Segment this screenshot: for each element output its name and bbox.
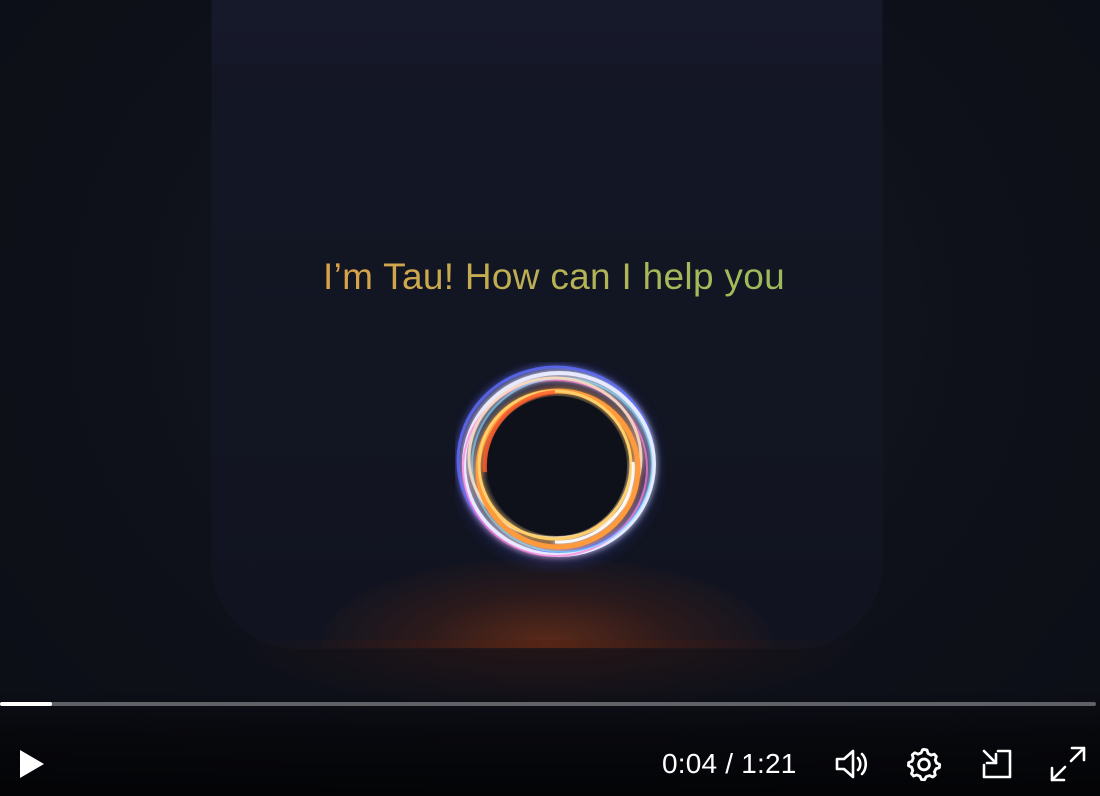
play-button[interactable] [8,742,52,786]
volume-icon [835,749,868,779]
phone-status-area [212,0,882,65]
current-time: 0:04 [662,748,718,779]
assistant-orb-icon [456,365,656,563]
progress-fill [0,702,52,706]
video-player[interactable]: I’m Tau! How can I help you 0:04 / 1:21 [0,0,1100,796]
play-icon [20,750,44,778]
settings-button[interactable] [902,742,946,786]
fullscreen-button[interactable] [1046,742,1090,786]
time-display: 0:04/1:21 [662,746,797,782]
picture-in-picture-icon [982,749,1012,779]
picture-in-picture-button[interactable] [975,742,1019,786]
assistant-greeting: I’m Tau! How can I help you [4,256,1100,298]
gear-icon [907,748,942,782]
volume-button[interactable] [830,742,874,786]
fullscreen-icon [1050,746,1086,782]
progress-bar[interactable] [0,702,1096,706]
duration: 1:21 [741,748,797,779]
time-separator: / [725,748,734,779]
video-frame[interactable]: I’m Tau! How can I help you [0,0,1100,796]
